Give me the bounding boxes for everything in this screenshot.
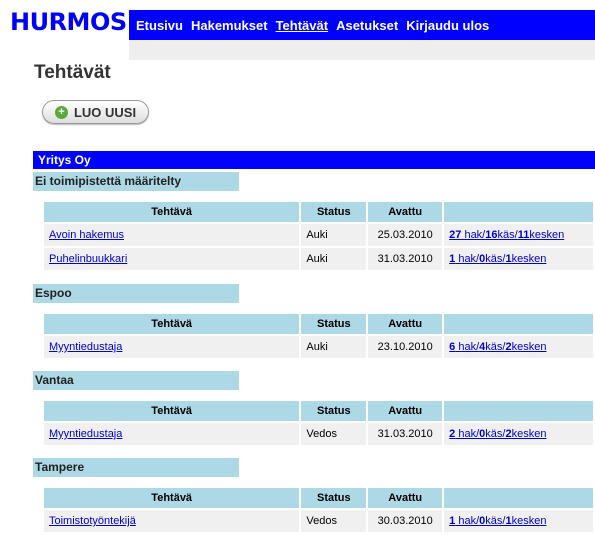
table-row: Avoin hakemus Auki 25.03.2010 27 hak/16k…: [44, 222, 595, 247]
tasks-table: Tehtävä Status Avattu Avoin hakemus Auki…: [44, 202, 595, 270]
applicants-summary-link[interactable]: 6 hak/4käs/2kesken: [449, 341, 546, 353]
nav-item-asetukset[interactable]: Asetukset: [336, 18, 398, 33]
tasks-table: Tehtävä Status Avattu Myyntiedustaja Auk…: [44, 314, 595, 358]
col-header-opened: Avattu: [367, 488, 445, 509]
location-header: Vantaa: [33, 371, 239, 390]
col-header-opened: Avattu: [367, 314, 445, 335]
status-cell: Vedos: [300, 508, 369, 532]
nav-underbar: [129, 40, 595, 60]
applicants-summary-link[interactable]: 27 hak/16käs/11kesken: [449, 229, 564, 241]
tasks-table: Tehtävä Status Avattu Toimistotyöntekijä…: [44, 488, 595, 532]
nav-item-etusivu[interactable]: Etusivu: [136, 18, 183, 33]
applicants-summary-link[interactable]: 2 hak/0käs/2kesken: [449, 428, 546, 440]
opened-date: 23.10.2010: [367, 334, 445, 358]
task-link[interactable]: Myyntiedustaja: [49, 341, 122, 353]
location-header: Espoo: [33, 284, 239, 303]
table-row: Toimistotyöntekijä Vedos 30.03.2010 1 ha…: [44, 508, 595, 532]
task-link[interactable]: Toimistotyöntekijä: [49, 515, 136, 527]
tasks-table: Tehtävä Status Avattu Myyntiedustaja Ved…: [44, 401, 595, 445]
col-header-status: Status: [300, 314, 369, 335]
page-title: Tehtävät: [34, 62, 111, 83]
status-cell: Vedos: [300, 421, 369, 445]
table-header-row: Tehtävä Status Avattu: [44, 202, 595, 223]
hurmos-logo[interactable]: HURMOS: [10, 8, 127, 36]
col-header-status: Status: [300, 488, 369, 509]
table-row: Myyntiedustaja Auki 23.10.2010 6 hak/4kä…: [44, 334, 595, 358]
applicants-summary-link[interactable]: 1 hak/0käs/1kesken: [449, 253, 546, 265]
status-cell: Auki: [300, 222, 369, 247]
col-header-task: Tehtävä: [44, 401, 302, 422]
opened-date: 31.03.2010: [367, 421, 445, 445]
col-header-task: Tehtävä: [44, 202, 302, 223]
status-cell: Auki: [300, 246, 369, 270]
col-header-status: Status: [300, 202, 369, 223]
table-row: Puhelinbuukkari Auki 31.03.2010 1 hak/0k…: [44, 246, 595, 270]
location-header: Tampere: [33, 458, 239, 477]
table-header-row: Tehtävä Status Avattu: [44, 401, 595, 422]
main-nav: Etusivu Hakemukset Tehtävät Asetukset Ki…: [129, 10, 595, 40]
col-header-summary: [443, 202, 595, 223]
plus-icon: +: [54, 105, 68, 119]
col-header-opened: Avattu: [367, 401, 445, 422]
opened-date: 25.03.2010: [367, 222, 445, 247]
col-header-task: Tehtävä: [44, 314, 302, 335]
task-link[interactable]: Puhelinbuukkari: [49, 253, 127, 265]
nav-item-tehtavat[interactable]: Tehtävät: [276, 18, 329, 33]
create-new-button[interactable]: + LUO UUSI: [42, 100, 149, 124]
table-header-row: Tehtävä Status Avattu: [44, 488, 595, 509]
nav-item-hakemukset[interactable]: Hakemukset: [191, 18, 268, 33]
status-cell: Auki: [300, 334, 369, 358]
col-header-task: Tehtävä: [44, 488, 302, 509]
table-row: Myyntiedustaja Vedos 31.03.2010 2 hak/0k…: [44, 421, 595, 445]
col-header-status: Status: [300, 401, 369, 422]
col-header-summary: [443, 401, 595, 422]
location-header: Ei toimipistettä määritelty: [33, 172, 239, 191]
create-new-label: LUO UUSI: [73, 104, 137, 120]
nav-item-kirjaudu-ulos[interactable]: Kirjaudu ulos: [406, 18, 489, 33]
opened-date: 31.03.2010: [367, 246, 445, 270]
table-header-row: Tehtävä Status Avattu: [44, 314, 595, 335]
col-header-summary: [443, 488, 595, 509]
col-header-summary: [443, 314, 595, 335]
task-link[interactable]: Myyntiedustaja: [49, 428, 122, 440]
col-header-opened: Avattu: [367, 202, 445, 223]
opened-date: 30.03.2010: [367, 508, 445, 532]
company-header: Yritys Oy: [33, 151, 595, 169]
task-link[interactable]: Avoin hakemus: [49, 229, 124, 241]
applicants-summary-link[interactable]: 1 hak/0käs/1kesken: [449, 515, 546, 527]
